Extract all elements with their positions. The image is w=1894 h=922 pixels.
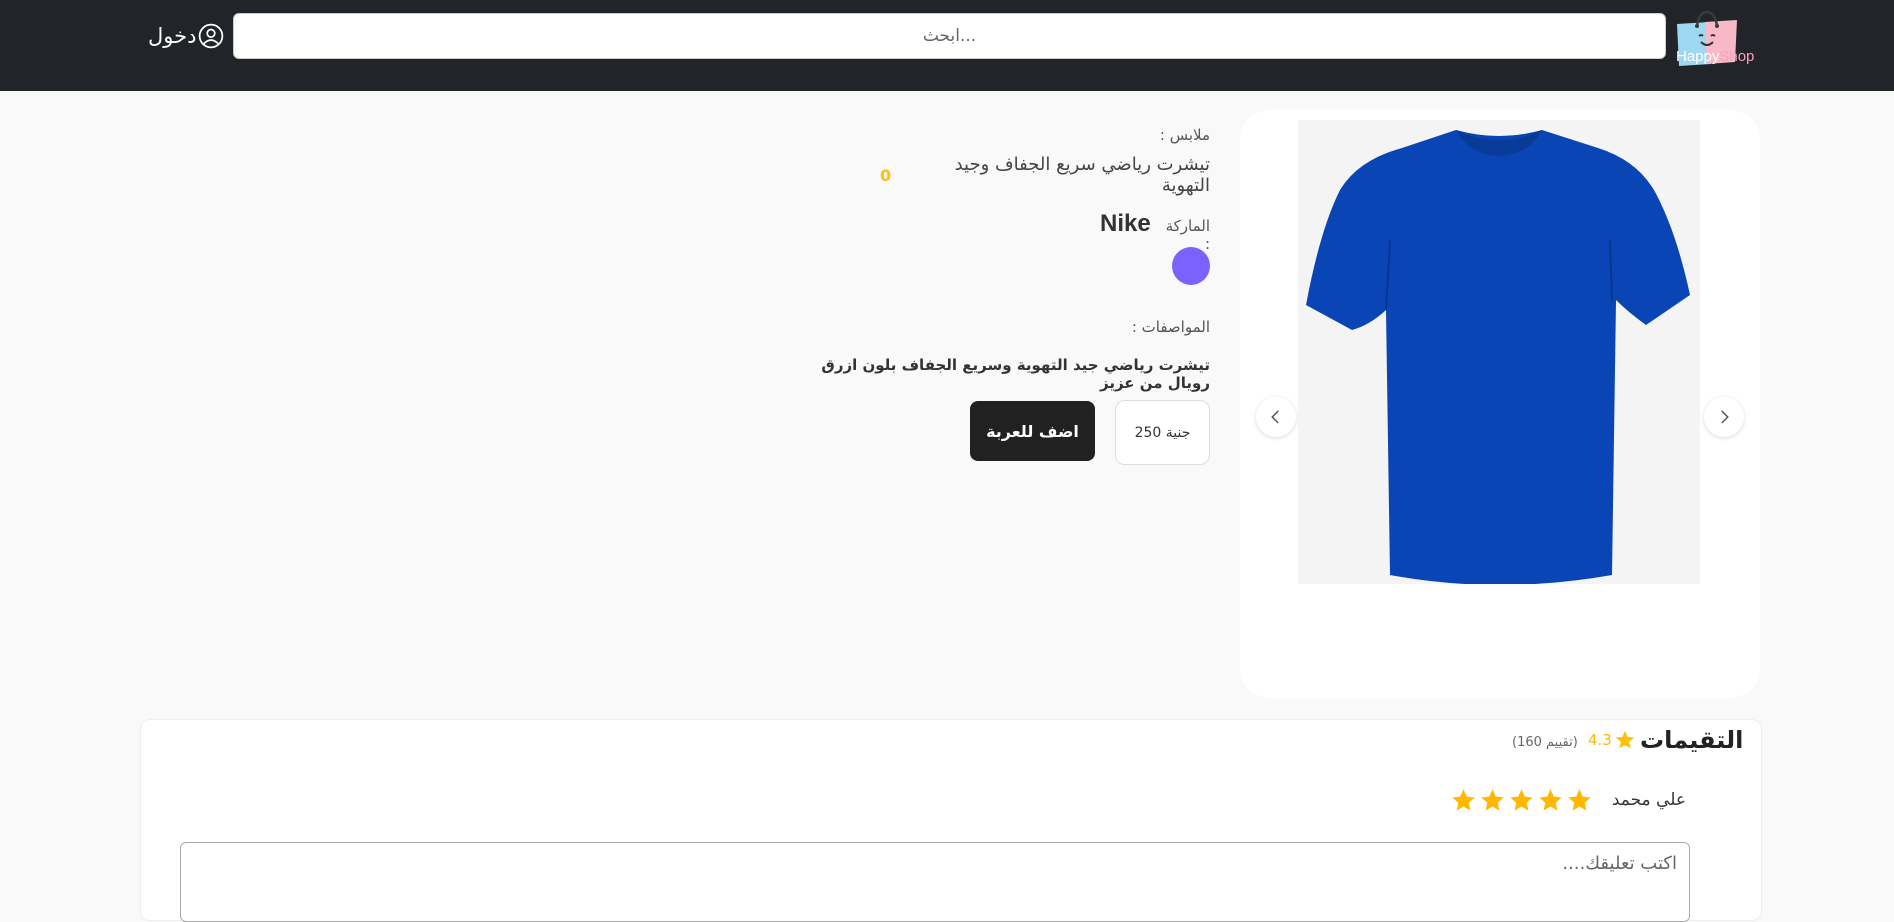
star-icon[interactable] — [1537, 787, 1564, 814]
rating-stars-input[interactable] — [1450, 787, 1593, 814]
login-label: دخول — [148, 24, 197, 48]
chevron-right-icon — [1721, 410, 1729, 424]
comment-input[interactable] — [180, 842, 1690, 922]
specs-label: المواصفات : — [1131, 318, 1210, 336]
search-input[interactable] — [233, 13, 1666, 59]
tshirt-image — [1306, 130, 1690, 585]
specs-text: تيشرت رياضي جيد التهوية وسريع الجفاف بلو… — [821, 356, 1210, 392]
product-category: ملابس : — [1159, 126, 1210, 144]
product-title-row: تيشرت رياضي سريع الجفاف وجيد التهوية 0 — [880, 154, 1210, 196]
logo-text-shop: Shop — [1719, 48, 1755, 65]
price-badge: 250 جنية — [1115, 400, 1210, 465]
star-icon — [1615, 730, 1635, 749]
product-image — [1298, 120, 1700, 585]
reviews-title: التقيمات — [1640, 726, 1744, 754]
reviews-average: 4.3 — [1588, 731, 1612, 749]
user-circle-icon — [199, 23, 224, 49]
star-icon[interactable] — [1566, 787, 1593, 814]
login-button[interactable]: دخول — [148, 20, 224, 52]
carousel-next-button[interactable] — [1704, 397, 1744, 437]
navbar: HappyShop دخول — [0, 0, 1894, 91]
product-title: تيشرت رياضي سريع الجفاف وجيد التهوية — [954, 154, 1210, 196]
reviews-count: (160 تقييم) — [1512, 735, 1578, 750]
brand-name: Nike — [1100, 210, 1151, 237]
logo-text-happy: Happy — [1676, 48, 1720, 65]
star-icon[interactable] — [1450, 787, 1477, 814]
add-to-cart-button[interactable]: اضف للعربة — [970, 401, 1095, 461]
star-icon[interactable] — [1508, 787, 1535, 814]
logo-text: HappyShop — [1676, 48, 1754, 65]
star-icon[interactable] — [1479, 787, 1506, 814]
product-rating: 0 — [880, 165, 892, 185]
chevron-left-icon — [1271, 410, 1279, 424]
color-swatch[interactable] — [1172, 247, 1210, 285]
carousel-prev-button[interactable] — [1256, 397, 1296, 437]
reviewer-name: علي محمد — [1611, 790, 1686, 810]
